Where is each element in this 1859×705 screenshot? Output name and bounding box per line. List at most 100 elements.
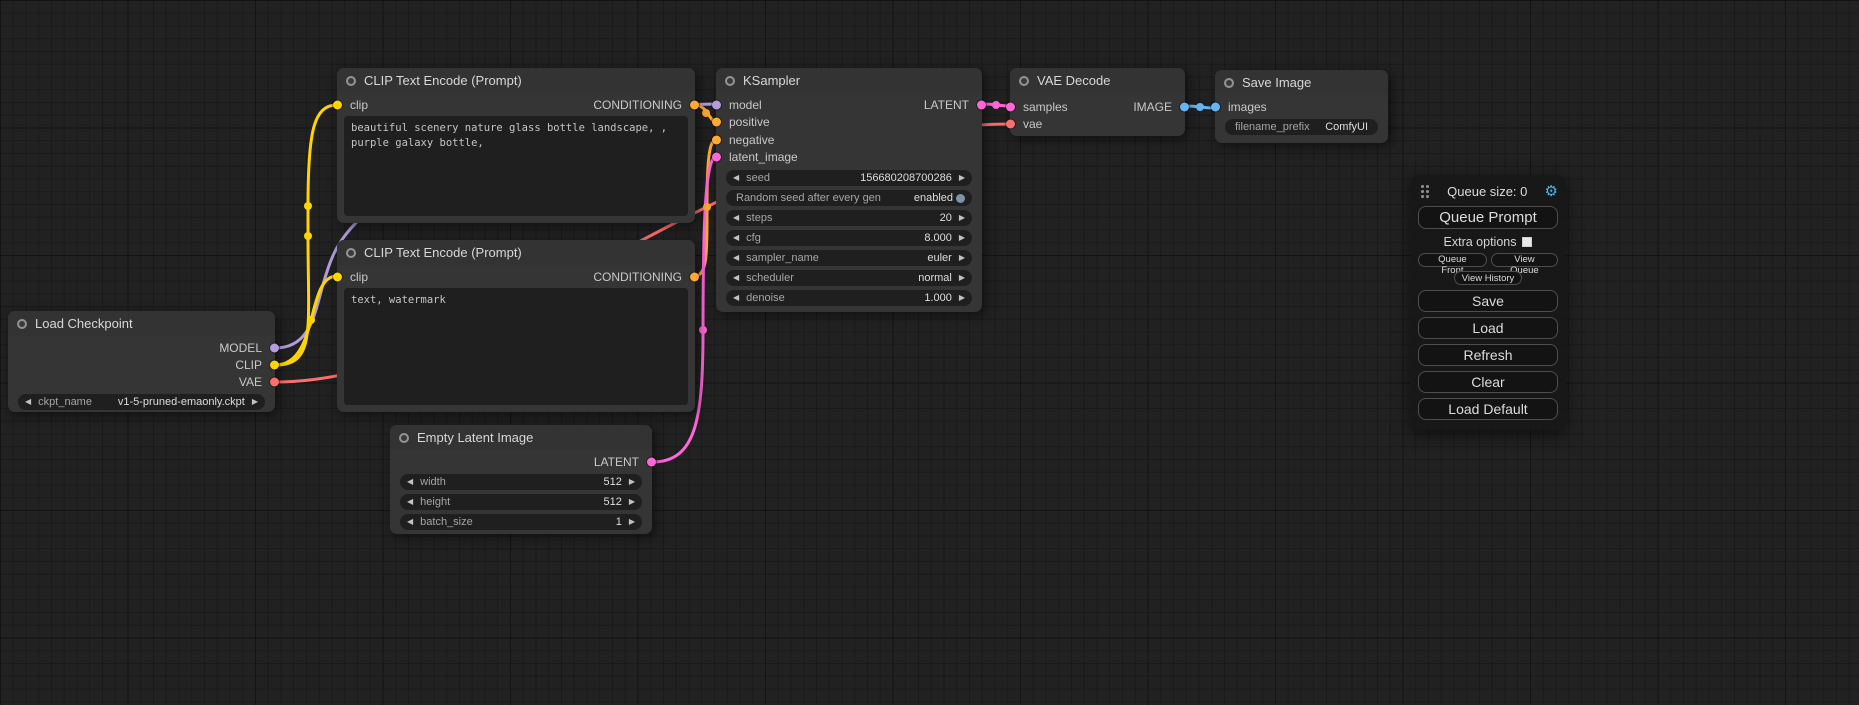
node-title-bar[interactable]: CLIP Text Encode (Prompt)	[337, 240, 695, 265]
node-vae-decode[interactable]: VAE Decode samples IMAGE vae	[1010, 68, 1185, 136]
widget-sampler-name[interactable]: ◀ sampler_name euler ▶	[726, 250, 972, 266]
output-slot-vae[interactable]	[270, 377, 279, 386]
input-slot-samples[interactable]	[1006, 102, 1015, 111]
decrement-arrow-icon[interactable]: ◀	[733, 214, 739, 222]
node-title-bar[interactable]: Load Checkpoint	[8, 311, 275, 336]
increment-arrow-icon[interactable]: ▶	[629, 498, 635, 506]
wire-dot	[1196, 103, 1204, 111]
collapse-dot-icon[interactable]	[346, 248, 356, 258]
widget-value: enabled	[914, 192, 953, 204]
decrement-arrow-icon[interactable]: ◀	[407, 478, 413, 486]
node-title-bar[interactable]: CLIP Text Encode (Prompt)	[337, 68, 695, 93]
node-clip-text-encode-negative[interactable]: CLIP Text Encode (Prompt) clip CONDITION…	[337, 240, 695, 412]
widget-filename-prefix[interactable]: filename_prefix ComfyUI	[1225, 119, 1378, 135]
prompt-textarea[interactable]: text, watermark	[344, 288, 688, 405]
widget-seed[interactable]: ◀ seed 156680208700286 ▶	[726, 170, 972, 186]
wire-dot	[304, 202, 312, 210]
decrement-arrow-icon[interactable]: ◀	[733, 174, 739, 182]
output-label-latent: LATENT	[924, 98, 969, 112]
output-slot-latent[interactable]	[977, 100, 986, 109]
node-ksampler[interactable]: KSampler model LATENT positive negative …	[716, 68, 982, 312]
input-slot-vae[interactable]	[1006, 119, 1015, 128]
node-title-bar[interactable]: KSampler	[716, 68, 982, 93]
output-slot-image[interactable]	[1180, 102, 1189, 111]
extra-options-checkbox[interactable]	[1522, 237, 1532, 247]
increment-arrow-icon[interactable]: ▶	[629, 478, 635, 486]
wire-dot	[992, 101, 1000, 109]
widget-cfg[interactable]: ◀ cfg 8.000 ▶	[726, 230, 972, 246]
widget-steps[interactable]: ◀ steps 20 ▶	[726, 210, 972, 226]
decrement-arrow-icon[interactable]: ◀	[733, 274, 739, 282]
save-button[interactable]: Save	[1418, 290, 1558, 312]
load-default-button[interactable]: Load Default	[1418, 398, 1558, 420]
input-slot-model[interactable]	[712, 100, 721, 109]
refresh-button[interactable]: Refresh	[1418, 344, 1558, 366]
output-slot-conditioning[interactable]	[690, 100, 699, 109]
collapse-dot-icon[interactable]	[725, 76, 735, 86]
view-queue-button[interactable]: View Queue	[1491, 253, 1558, 267]
decrement-arrow-icon[interactable]: ◀	[733, 294, 739, 302]
increment-arrow-icon[interactable]: ▶	[959, 294, 965, 302]
widget-width[interactable]: ◀ width 512 ▶	[400, 474, 642, 490]
clear-button[interactable]: Clear	[1418, 371, 1558, 393]
output-label-vae: VAE	[239, 375, 262, 389]
load-button[interactable]: Load	[1418, 317, 1558, 339]
widget-scheduler[interactable]: ◀ scheduler normal ▶	[726, 270, 972, 286]
input-slot-images[interactable]	[1211, 102, 1220, 111]
increment-arrow-icon[interactable]: ▶	[959, 274, 965, 282]
increment-arrow-icon[interactable]: ▶	[959, 214, 965, 222]
increment-arrow-icon[interactable]: ▶	[959, 234, 965, 242]
increment-arrow-icon[interactable]: ▶	[959, 174, 965, 182]
node-title-bar[interactable]: Save Image	[1215, 70, 1388, 95]
input-slot-negative[interactable]	[712, 135, 721, 144]
view-history-button[interactable]: View History	[1454, 271, 1523, 285]
input-slot-positive[interactable]	[712, 118, 721, 127]
decrement-arrow-icon[interactable]: ◀	[407, 498, 413, 506]
input-label-samples: samples	[1023, 100, 1068, 114]
queue-front-button[interactable]: Queue Front	[1418, 253, 1487, 267]
node-title-bar[interactable]: Empty Latent Image	[390, 425, 652, 450]
decrement-arrow-icon[interactable]: ◀	[733, 234, 739, 242]
settings-gear-icon[interactable]: ⚙	[1545, 184, 1558, 199]
collapse-dot-icon[interactable]	[1019, 76, 1029, 86]
node-save-image[interactable]: Save Image images filename_prefix ComfyU…	[1215, 70, 1388, 143]
decrement-arrow-icon[interactable]: ◀	[407, 518, 413, 526]
toggle-knob-icon[interactable]	[956, 194, 965, 203]
node-title: CLIP Text Encode (Prompt)	[364, 245, 522, 260]
slot-row: vae	[1010, 115, 1185, 132]
widget-random-seed-toggle[interactable]: Random seed after every gen enabled	[726, 190, 972, 206]
node-title: VAE Decode	[1037, 73, 1110, 88]
node-load-checkpoint[interactable]: Load Checkpoint MODEL CLIP VAE ◀ ckpt_na…	[8, 311, 275, 412]
slot-row: images	[1215, 98, 1388, 115]
input-slot-clip[interactable]	[333, 272, 342, 281]
node-title-bar[interactable]: VAE Decode	[1010, 68, 1185, 93]
widget-height[interactable]: ◀ height 512 ▶	[400, 494, 642, 510]
collapse-dot-icon[interactable]	[17, 319, 27, 329]
prompt-textarea[interactable]: beautiful scenery nature glass bottle la…	[344, 116, 688, 216]
increment-arrow-icon[interactable]: ▶	[252, 398, 258, 406]
output-slot-model[interactable]	[270, 343, 279, 352]
node-empty-latent-image[interactable]: Empty Latent Image LATENT ◀ width 512 ▶ …	[390, 425, 652, 534]
node-clip-text-encode-positive[interactable]: CLIP Text Encode (Prompt) clip CONDITION…	[337, 68, 695, 223]
widget-ckpt-name[interactable]: ◀ ckpt_name v1-5-pruned-emaonly.ckpt ▶	[18, 394, 265, 410]
collapse-dot-icon[interactable]	[1224, 78, 1234, 88]
queue-menu-panel: Queue size: 0 ⚙ Queue Prompt Extra optio…	[1410, 175, 1566, 430]
slot-row: latent_image	[716, 149, 982, 167]
increment-arrow-icon[interactable]: ▶	[959, 254, 965, 262]
queue-prompt-button[interactable]: Queue Prompt	[1418, 206, 1558, 229]
widget-label: cfg	[746, 232, 924, 244]
output-slot-latent[interactable]	[647, 457, 656, 466]
collapse-dot-icon[interactable]	[346, 76, 356, 86]
decrement-arrow-icon[interactable]: ◀	[25, 398, 31, 406]
decrement-arrow-icon[interactable]: ◀	[733, 254, 739, 262]
input-slot-latent-image[interactable]	[712, 153, 721, 162]
widget-denoise[interactable]: ◀ denoise 1.000 ▶	[726, 290, 972, 306]
node-graph-canvas[interactable]: Load Checkpoint MODEL CLIP VAE ◀ ckpt_na…	[0, 0, 1859, 705]
increment-arrow-icon[interactable]: ▶	[629, 518, 635, 526]
collapse-dot-icon[interactable]	[399, 433, 409, 443]
input-slot-clip[interactable]	[333, 100, 342, 109]
output-slot-conditioning[interactable]	[690, 272, 699, 281]
widget-batch-size[interactable]: ◀ batch_size 1 ▶	[400, 514, 642, 530]
output-slot-clip[interactable]	[270, 360, 279, 369]
drag-handle-icon[interactable]	[1420, 184, 1430, 198]
